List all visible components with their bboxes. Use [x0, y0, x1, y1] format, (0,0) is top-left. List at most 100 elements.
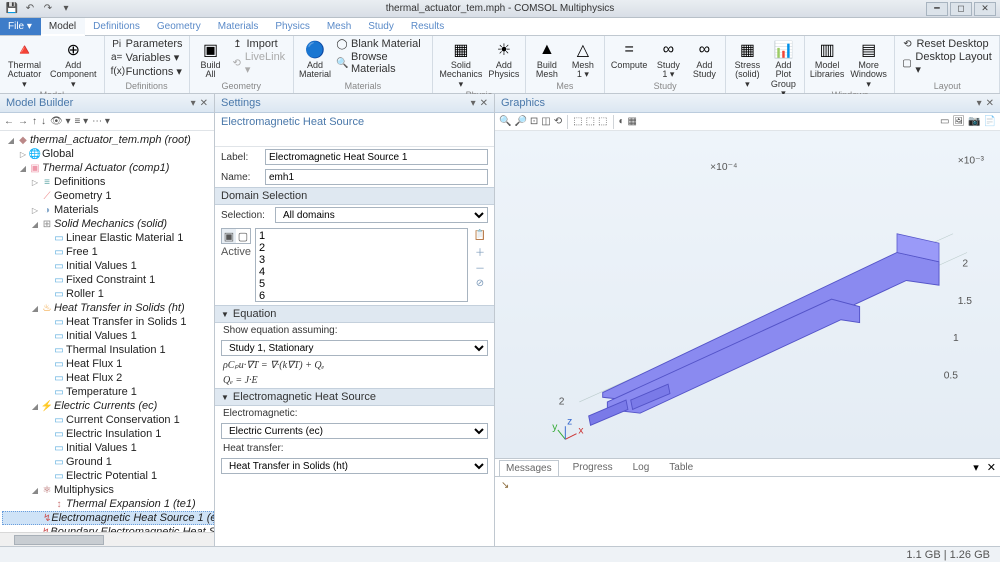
- tab-table[interactable]: Table: [663, 460, 699, 475]
- more-icon[interactable]: ⋯ ▾: [92, 116, 110, 127]
- tree-node[interactable]: ▭Free 1: [2, 245, 214, 259]
- panel-close-icon[interactable]: ✕: [480, 98, 488, 109]
- nav-up-icon[interactable]: ↑: [32, 116, 37, 127]
- zoom-box-icon[interactable]: ◫: [541, 116, 550, 127]
- em-dropdown[interactable]: Electric Currents (ec): [221, 423, 488, 439]
- panel-close-icon[interactable]: ✕: [987, 461, 996, 474]
- add-icon[interactable]: ＋: [472, 244, 488, 258]
- tree-node[interactable]: ▷🌐Global: [2, 147, 214, 161]
- tree-node[interactable]: ▭Initial Values 1: [2, 329, 214, 343]
- tree-node[interactable]: ▭Temperature 1: [2, 385, 214, 399]
- close-button[interactable]: ✕: [974, 2, 996, 16]
- view-xz-icon[interactable]: ⬚: [586, 116, 595, 127]
- ribbon-browse-materials[interactable]: 🔍Browse Materials: [334, 51, 428, 75]
- ribbon-functions-[interactable]: f(x)Functions ▾: [109, 65, 185, 78]
- tab-materials[interactable]: Materials: [210, 18, 268, 35]
- tab-messages[interactable]: Messages: [499, 460, 559, 476]
- ribbon-parameters[interactable]: PiParameters: [109, 38, 185, 50]
- nav-back-icon[interactable]: ←: [4, 116, 14, 127]
- ribbon-compute[interactable]: =Compute: [609, 38, 650, 71]
- tab-progress[interactable]: Progress: [567, 460, 619, 475]
- panel-dropdown-icon[interactable]: ▾: [973, 461, 979, 474]
- nav-fwd-icon[interactable]: →: [18, 116, 28, 127]
- tree-node[interactable]: ▭Current Conservation 1: [2, 413, 214, 427]
- select-icon[interactable]: ▭: [940, 116, 949, 127]
- model-tree[interactable]: ◢◆thermal_actuator_tem.mph (root)▷🌐Globa…: [0, 131, 214, 532]
- tree-node[interactable]: ▭Electric Potential 1: [2, 469, 214, 483]
- domain-selection-header[interactable]: Domain Selection: [215, 187, 494, 205]
- tree-node[interactable]: ◢⊞Solid Mechanics (solid): [2, 217, 214, 231]
- minimize-button[interactable]: ━: [926, 2, 948, 16]
- tree-node[interactable]: ▭Thermal Insulation 1: [2, 343, 214, 357]
- ribbon-reset-desktop[interactable]: ⟲Reset Desktop: [899, 38, 995, 50]
- maximize-button[interactable]: ◻: [950, 2, 972, 16]
- panel-close-icon[interactable]: ✕: [986, 98, 994, 109]
- study-dropdown[interactable]: Study 1, Stationary: [221, 340, 488, 356]
- tree-node[interactable]: ↯Boundary Electromagnetic Heat Source 1 …: [2, 525, 214, 532]
- tree-node[interactable]: ◢⚛Multiphysics: [2, 483, 214, 497]
- panel-dropdown-icon[interactable]: ▾: [191, 98, 196, 109]
- ribbon-build[interactable]: ▣BuildAll: [194, 38, 228, 81]
- ribbon-add[interactable]: ☀AddPhysics: [487, 38, 521, 81]
- emhs-header[interactable]: ▼Electromagnetic Heat Source: [215, 388, 494, 406]
- zoom-in-icon[interactable]: 🔍: [499, 116, 511, 127]
- ribbon-add-plot[interactable]: 📊Add PlotGroup ▾: [766, 38, 800, 100]
- panel-close-icon[interactable]: ✕: [200, 98, 208, 109]
- panel-dropdown-icon[interactable]: ▾: [471, 98, 476, 109]
- qat-redo-icon[interactable]: ↷: [40, 2, 56, 16]
- equation-header[interactable]: ▼Equation: [215, 305, 494, 323]
- tree-node[interactable]: ▭Heat Transfer in Solids 1: [2, 315, 214, 329]
- tree-node[interactable]: ▭Ground 1: [2, 455, 214, 469]
- ribbon-desktop-layout-[interactable]: ▢Desktop Layout ▾: [899, 51, 995, 76]
- ribbon-model[interactable]: ▥ModelLibraries: [809, 38, 844, 81]
- snapshot-icon[interactable]: 📷: [968, 116, 980, 127]
- nav-down-icon[interactable]: ↓: [41, 116, 46, 127]
- tree-node[interactable]: ▷◑Materials: [2, 203, 214, 217]
- view-icon[interactable]: 👁 ▾: [50, 116, 71, 127]
- ribbon-build[interactable]: ▲BuildMesh: [530, 38, 564, 81]
- tree-node[interactable]: ▭Electric Insulation 1: [2, 427, 214, 441]
- tab-physics[interactable]: Physics: [267, 18, 318, 35]
- ribbon-more[interactable]: ▤MoreWindows ▾: [847, 38, 891, 90]
- ribbon-add[interactable]: ∞AddStudy: [687, 38, 721, 81]
- tree-node[interactable]: ◢◆thermal_actuator_tem.mph (root): [2, 133, 214, 147]
- tree-node[interactable]: ▭Initial Values 1: [2, 259, 214, 273]
- label-input[interactable]: [265, 149, 488, 165]
- tab-study[interactable]: Study: [360, 18, 403, 35]
- selection-dropdown[interactable]: All domains: [275, 207, 488, 223]
- tree-node[interactable]: ↕Thermal Expansion 1 (te1): [2, 497, 214, 511]
- view-xy-icon[interactable]: ⬚: [573, 116, 582, 127]
- zoom-out-icon[interactable]: 🔎: [514, 116, 526, 127]
- ribbon-add[interactable]: 🔵AddMaterial: [298, 38, 332, 81]
- transparency-icon[interactable]: ◐: [619, 116, 625, 127]
- toggle-icon[interactable]: ⊘: [472, 276, 488, 290]
- ht-dropdown[interactable]: Heat Transfer in Solids (ht): [221, 458, 488, 474]
- tab-geometry[interactable]: Geometry: [149, 18, 210, 35]
- remove-icon[interactable]: －: [472, 260, 488, 274]
- graphics-canvas[interactable]: ×10⁻⁴ ×10⁻³ 0.5 1 1.5 2 2: [495, 131, 1000, 458]
- ribbon-stress[interactable]: ▦Stress(solid) ▾: [730, 38, 764, 90]
- ribbon-blank-material[interactable]: ◯Blank Material: [334, 38, 428, 50]
- ribbon-add[interactable]: ⊕AddComponent ▾: [47, 38, 100, 90]
- tree-node[interactable]: ▭Heat Flux 1: [2, 357, 214, 371]
- tree-node[interactable]: ▭Initial Values 1: [2, 441, 214, 455]
- tab-definitions[interactable]: Definitions: [85, 18, 149, 35]
- default-view-icon[interactable]: ⟲: [554, 116, 562, 127]
- tree-node[interactable]: ⟋Geometry 1: [2, 189, 214, 203]
- ribbon-mesh[interactable]: △Mesh1 ▾: [566, 38, 600, 81]
- domain-list[interactable]: 1234567: [255, 228, 468, 302]
- tree-node[interactable]: ▷≡Definitions: [2, 175, 214, 189]
- filter-icon[interactable]: ≡ ▾: [75, 116, 89, 127]
- ribbon-import[interactable]: ↥Import: [230, 38, 289, 50]
- ribbon-study[interactable]: ∞Study1 ▾: [651, 38, 685, 81]
- tree-node[interactable]: ◢⚡Electric Currents (ec): [2, 399, 214, 413]
- name-input[interactable]: [265, 169, 488, 185]
- active-toggle[interactable]: ▣▢: [221, 228, 251, 244]
- ribbon-variables-[interactable]: a=Variables ▾: [109, 51, 185, 64]
- qat-doc-icon[interactable]: ▾: [58, 2, 74, 16]
- tab-results[interactable]: Results: [403, 18, 453, 35]
- horizontal-scrollbar[interactable]: [0, 532, 214, 546]
- view-yz-icon[interactable]: ⬚: [598, 116, 607, 127]
- tab-log[interactable]: Log: [627, 460, 656, 475]
- tab-model[interactable]: Model: [41, 18, 85, 36]
